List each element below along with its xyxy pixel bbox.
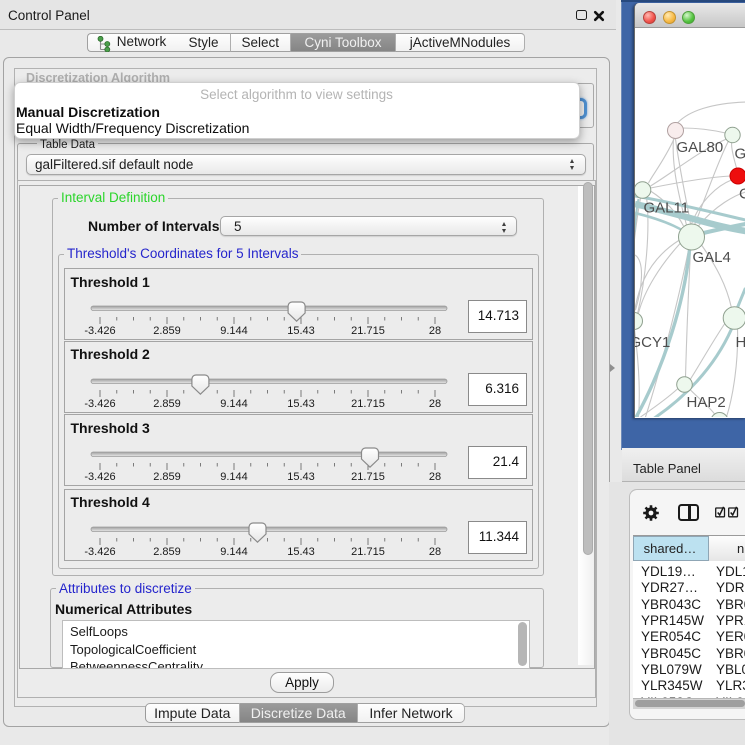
svg-text:21.715: 21.715 [351,325,385,337]
svg-text:2.859: 2.859 [153,471,181,483]
svg-text:GAL80: GAL80 [676,139,723,156]
svg-text:C: C [739,186,745,203]
svg-text:GCY1: GCY1 [635,334,670,351]
svg-text:G.: G. [734,146,745,163]
svg-text:15.43: 15.43 [287,398,315,410]
svg-text:9.144: 9.144 [220,325,248,337]
svg-text:28: 28 [429,546,441,558]
svg-text:15.43: 15.43 [287,471,315,483]
svg-text:-3.426: -3.426 [84,546,115,558]
svg-text:2.859: 2.859 [153,325,181,337]
svg-text:2.859: 2.859 [153,398,181,410]
svg-text:-3.426: -3.426 [84,398,115,410]
svg-text:2.859: 2.859 [153,546,181,558]
svg-text:15.43: 15.43 [287,546,315,558]
svg-text:-3.426: -3.426 [84,471,115,483]
svg-text:-3.426: -3.426 [84,325,115,337]
svg-text:21.715: 21.715 [351,546,385,558]
svg-text:9.144: 9.144 [220,471,248,483]
svg-text:HAP2: HAP2 [686,394,725,411]
svg-text:28: 28 [429,398,441,410]
svg-text:28: 28 [429,471,441,483]
svg-text:21.715: 21.715 [351,398,385,410]
svg-text:15.43: 15.43 [287,325,315,337]
svg-text:H: H [735,334,745,351]
svg-text:GAL11: GAL11 [643,200,689,217]
svg-text:21.715: 21.715 [351,471,385,483]
svg-text:9.144: 9.144 [220,546,248,558]
svg-text:28: 28 [429,325,441,337]
svg-text:9.144: 9.144 [220,398,248,410]
svg-text:GAL4: GAL4 [692,249,730,266]
